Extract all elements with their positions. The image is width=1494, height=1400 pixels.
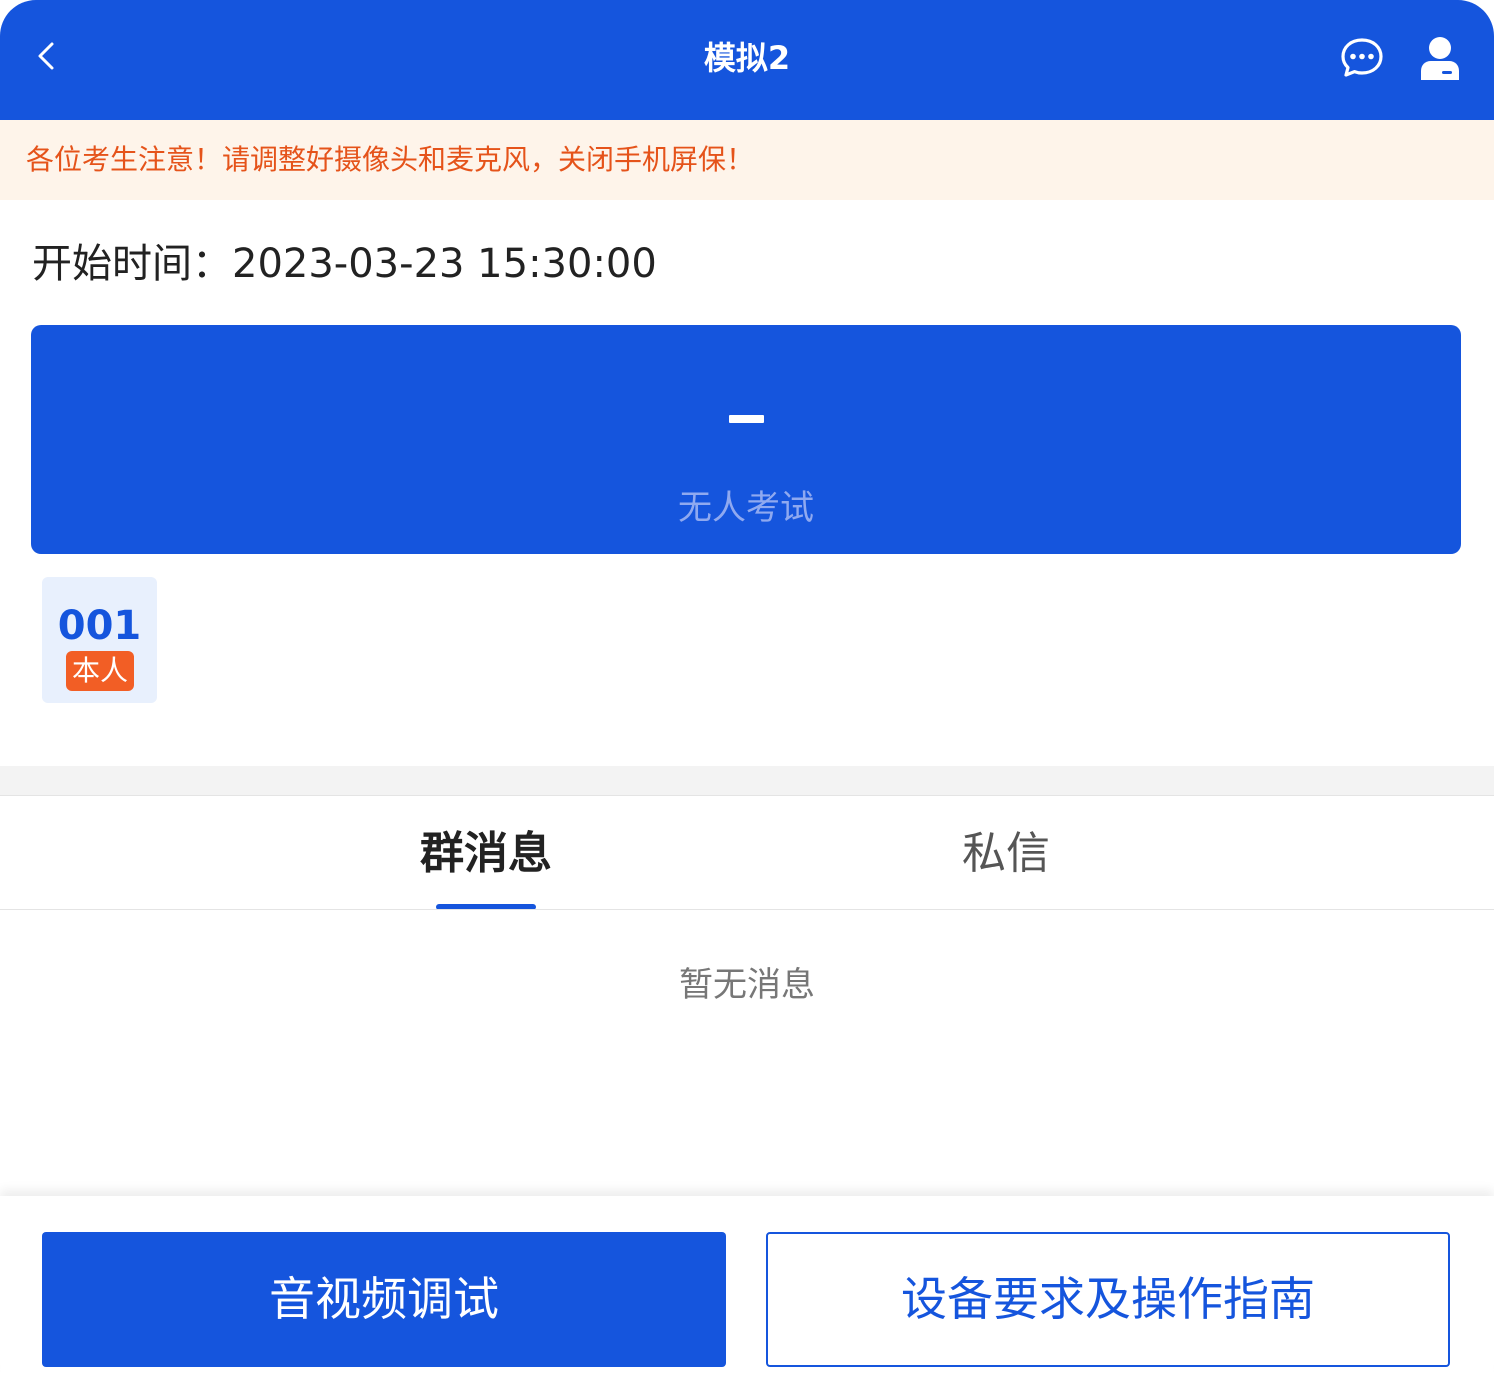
user-icon xyxy=(1421,37,1459,80)
start-time: 开始时间：2023-03-23 15:30:00 xyxy=(32,234,657,294)
app-root: 模拟2 各位考生注意！请调整好摄像头和麦克风，关闭手机屏保！ 开始时间：2023… xyxy=(0,0,1494,1400)
start-time-value: 2023-03-23 15:30:00 xyxy=(232,241,657,287)
tab-private-messages[interactable]: 私信 xyxy=(906,800,1106,908)
section-separator xyxy=(0,766,1494,796)
av-test-button[interactable]: 音视频调试 xyxy=(42,1232,726,1367)
exam-status-panel: 无人考试 xyxy=(31,325,1461,554)
user-button[interactable] xyxy=(1412,30,1468,86)
chat-button[interactable] xyxy=(1334,32,1390,84)
start-time-label: 开始时间： xyxy=(32,241,232,287)
notice-banner: 各位考生注意！请调整好摄像头和麦克风，关闭手机屏保！ xyxy=(0,120,1494,200)
chat-bubble-icon xyxy=(1341,38,1383,77)
dash-icon xyxy=(729,415,764,423)
seat-number: 001 xyxy=(57,603,142,649)
self-badge: 本人 xyxy=(66,651,134,691)
empty-messages-text: 暂无消息 xyxy=(679,965,815,1005)
device-guide-button[interactable]: 设备要求及操作指南 xyxy=(766,1232,1450,1367)
page-title: 模拟2 xyxy=(703,39,791,77)
tab-group-messages[interactable]: 群消息 xyxy=(386,800,586,908)
tab-divider xyxy=(0,909,1494,910)
top-header: 模拟2 xyxy=(0,0,1494,120)
exam-status-text: 无人考试 xyxy=(678,488,814,528)
